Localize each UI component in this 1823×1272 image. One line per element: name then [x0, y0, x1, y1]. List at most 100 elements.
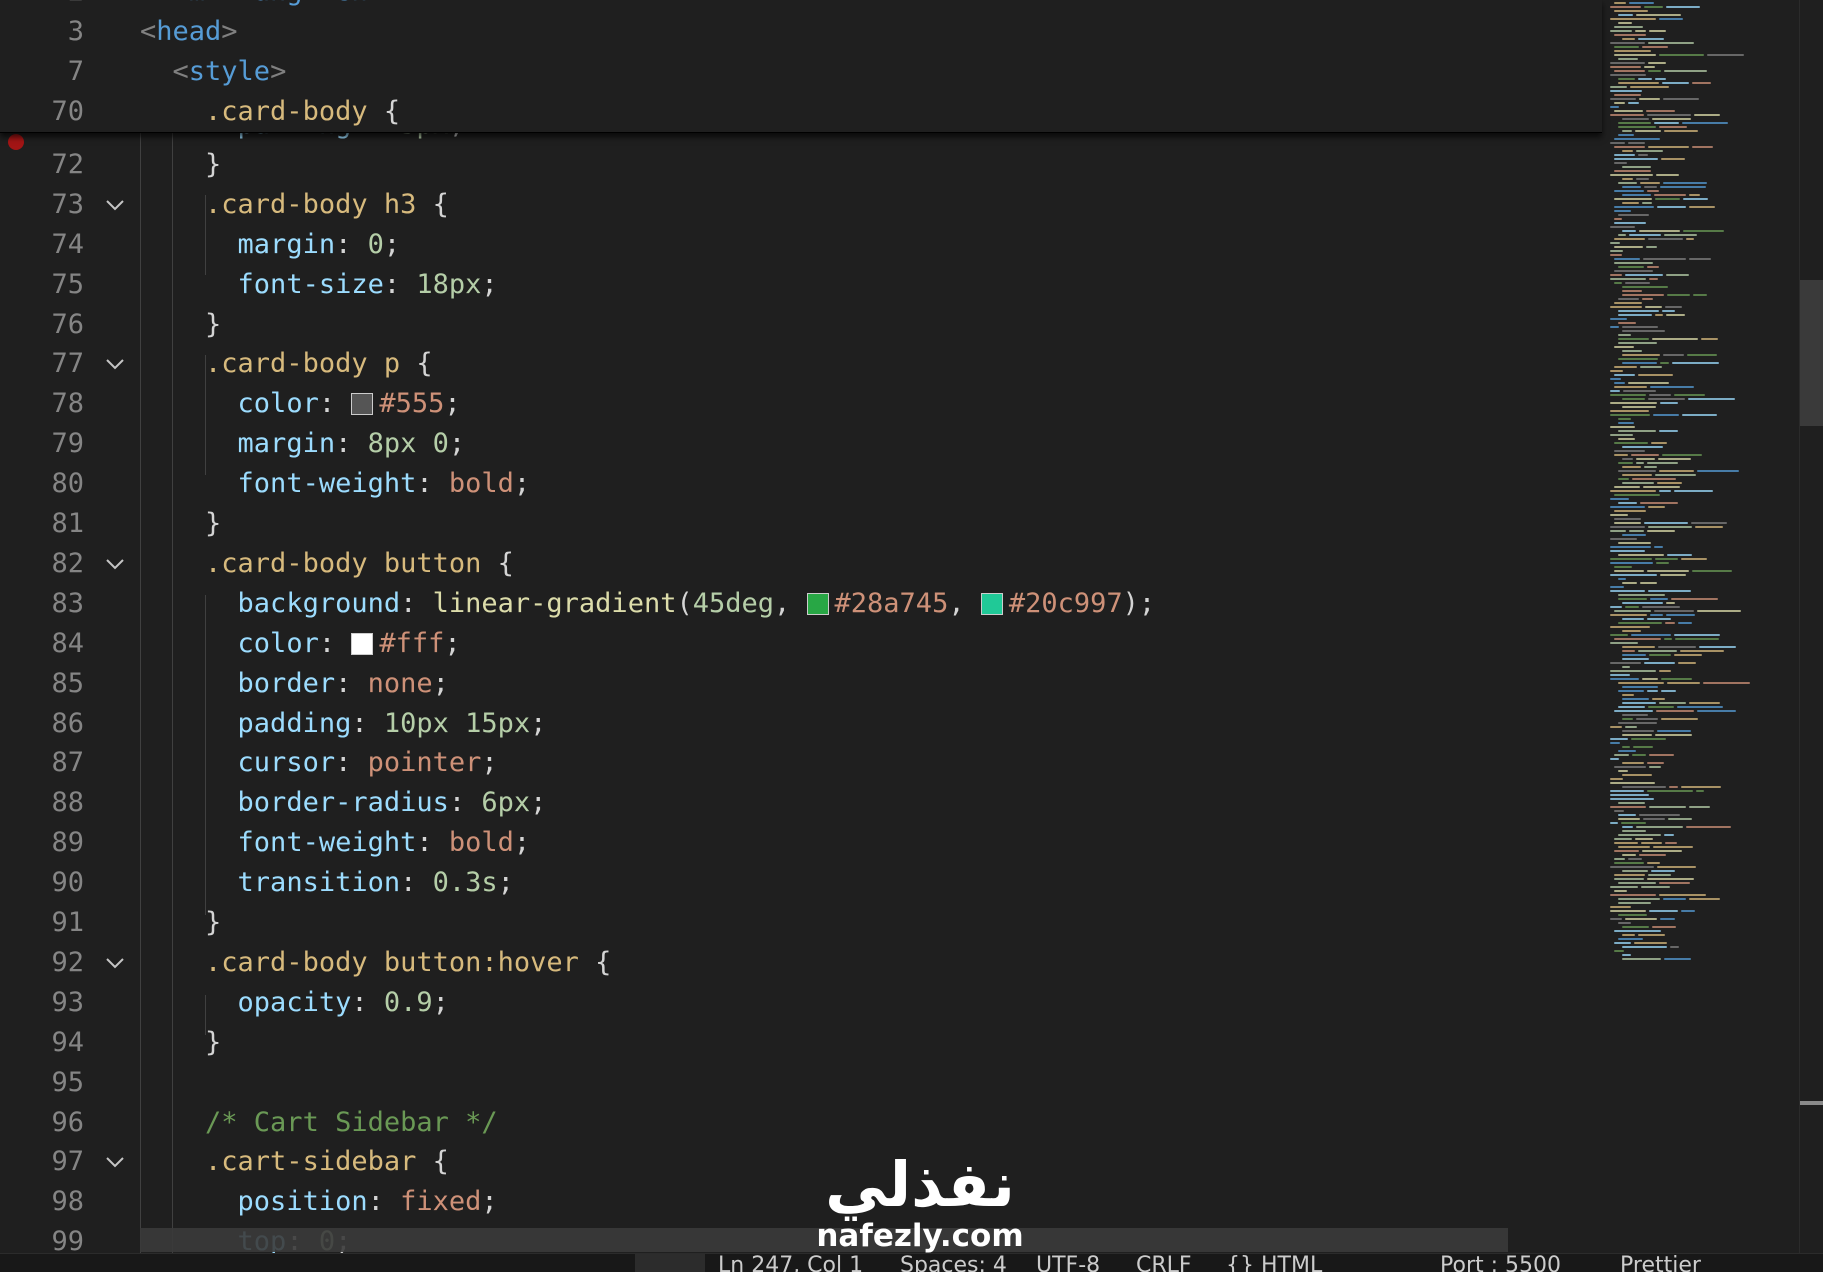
- sticky-scroll-header[interactable]: 2<html lang="en">3<head>7 <style>70 .car…: [0, 0, 1602, 133]
- color-swatch[interactable]: [980, 592, 1003, 615]
- code-line[interactable]: 74 margin: 0;: [0, 225, 1600, 265]
- code-text[interactable]: .card-body button:hover {: [140, 943, 611, 983]
- line-number[interactable]: 7: [0, 52, 84, 92]
- fold-chevron-icon[interactable]: [104, 556, 126, 572]
- vertical-scrollbar[interactable]: [1799, 0, 1823, 1253]
- code-text[interactable]: cursor: pointer;: [140, 743, 498, 783]
- code-text[interactable]: border-radius: 6px;: [140, 783, 547, 823]
- code-line[interactable]: 85 border: none;: [0, 664, 1600, 704]
- line-number[interactable]: 90: [0, 863, 84, 903]
- code-text[interactable]: <html lang="en">: [140, 0, 400, 12]
- code-line[interactable]: 95: [0, 1063, 1600, 1103]
- line-number[interactable]: 3: [0, 12, 84, 52]
- code-line[interactable]: 79 margin: 8px 0;: [0, 424, 1600, 464]
- code-text[interactable]: }: [140, 145, 221, 185]
- minimap[interactable]: [1602, 0, 1799, 1253]
- scrollbar-thumb[interactable]: [1800, 280, 1823, 426]
- code-text[interactable]: font-size: 18px;: [140, 265, 498, 305]
- line-number[interactable]: 77: [0, 344, 84, 384]
- line-number[interactable]: 80: [0, 464, 84, 504]
- code-text[interactable]: }: [140, 1023, 221, 1063]
- color-swatch[interactable]: [806, 592, 829, 615]
- code-text[interactable]: transition: 0.3s;: [140, 863, 514, 903]
- line-number[interactable]: 83: [0, 584, 84, 624]
- code-line[interactable]: 93 opacity: 0.9;: [0, 983, 1600, 1023]
- code-line[interactable]: 75 font-size: 18px;: [0, 265, 1600, 305]
- line-number[interactable]: 91: [0, 903, 84, 943]
- line-number[interactable]: 79: [0, 424, 84, 464]
- code-text[interactable]: opacity: 0.9;: [140, 983, 449, 1023]
- line-number[interactable]: 78: [0, 384, 84, 424]
- line-number[interactable]: 74: [0, 225, 84, 265]
- breakpoint-icon[interactable]: [8, 134, 24, 150]
- code-line[interactable]: 78 color: #555;: [0, 384, 1600, 424]
- code-text[interactable]: color: #fff;: [140, 624, 461, 664]
- code-text[interactable]: padding: 10px 15px;: [140, 704, 547, 744]
- code-line[interactable]: 96 /* Cart Sidebar */: [0, 1103, 1600, 1143]
- sticky-line[interactable]: 3 <head>: [0, 12, 1600, 52]
- code-line[interactable]: 76 }: [0, 305, 1600, 345]
- line-number[interactable]: 85: [0, 664, 84, 704]
- sticky-line[interactable]: 2 <html lang="en">: [0, 0, 1600, 12]
- remote-indicator[interactable]: [635, 1254, 705, 1272]
- sticky-line[interactable]: 70 .card-body {: [0, 92, 1600, 132]
- color-swatch[interactable]: [351, 393, 374, 416]
- code-line[interactable]: 88 border-radius: 6px;: [0, 783, 1600, 823]
- code-line[interactable]: 82 .card-body button {: [0, 544, 1600, 584]
- code-text[interactable]: margin: 0;: [140, 225, 401, 265]
- code-text[interactable]: color: #555;: [140, 384, 461, 424]
- code-text[interactable]: .card-body button {: [140, 544, 514, 584]
- code-text[interactable]: }: [140, 903, 221, 943]
- sticky-line[interactable]: 7 <style>: [0, 52, 1600, 92]
- line-number[interactable]: 93: [0, 983, 84, 1023]
- line-number[interactable]: 99: [0, 1222, 84, 1253]
- line-number[interactable]: 84: [0, 624, 84, 664]
- code-line[interactable]: 92 .card-body button:hover {: [0, 943, 1600, 983]
- code-text[interactable]: font-weight: bold;: [140, 464, 531, 504]
- code-line[interactable]: 91 }: [0, 903, 1600, 943]
- line-number[interactable]: 72: [0, 145, 84, 185]
- code-text[interactable]: .card-body h3 {: [140, 185, 449, 225]
- line-number[interactable]: 82: [0, 544, 84, 584]
- code-line[interactable]: 77 .card-body p {: [0, 344, 1600, 384]
- code-line[interactable]: 72 }: [0, 145, 1600, 185]
- line-number[interactable]: 2: [0, 0, 84, 12]
- code-line[interactable]: 83 background: linear-gradient(45deg, #2…: [0, 584, 1600, 624]
- line-number[interactable]: 94: [0, 1023, 84, 1063]
- code-text[interactable]: }: [140, 305, 221, 345]
- code-text[interactable]: font-weight: bold;: [140, 823, 531, 863]
- code-line[interactable]: 87 cursor: pointer;: [0, 743, 1600, 783]
- code-text[interactable]: margin: 8px 0;: [140, 424, 466, 464]
- line-number[interactable]: 73: [0, 185, 84, 225]
- fold-chevron-icon[interactable]: [104, 356, 126, 372]
- status-language-mode[interactable]: {} HTML: [1226, 1255, 1322, 1272]
- status-prettier[interactable]: Prettier: [1620, 1255, 1701, 1272]
- status-encoding[interactable]: UTF-8: [1036, 1255, 1100, 1272]
- code-line[interactable]: 90 transition: 0.3s;: [0, 863, 1600, 903]
- code-line[interactable]: 86 padding: 10px 15px;: [0, 704, 1600, 744]
- line-number[interactable]: 81: [0, 504, 84, 544]
- code-text[interactable]: <head>: [140, 12, 238, 52]
- fold-chevron-icon[interactable]: [104, 955, 126, 971]
- line-number[interactable]: 88: [0, 783, 84, 823]
- line-number[interactable]: 96: [0, 1103, 84, 1143]
- line-number[interactable]: 76: [0, 305, 84, 345]
- line-number[interactable]: 92: [0, 943, 84, 983]
- line-number[interactable]: 86: [0, 704, 84, 744]
- code-line[interactable]: 94 }: [0, 1023, 1600, 1063]
- line-number[interactable]: 89: [0, 823, 84, 863]
- code-line[interactable]: 73 .card-body h3 {: [0, 185, 1600, 225]
- line-number[interactable]: 70: [0, 92, 84, 132]
- code-editor[interactable]: 71 padding: 15px;72 }73 .card-body h3 {7…: [0, 0, 1823, 1253]
- line-number[interactable]: 87: [0, 743, 84, 783]
- code-text[interactable]: background: linear-gradient(45deg, #28a7…: [140, 584, 1156, 624]
- code-text[interactable]: .card-body {: [140, 92, 400, 132]
- code-text[interactable]: /* Cart Sidebar */: [140, 1103, 498, 1143]
- code-line[interactable]: 81 }: [0, 504, 1600, 544]
- code-text[interactable]: border: none;: [140, 664, 449, 704]
- code-line[interactable]: 89 font-weight: bold;: [0, 823, 1600, 863]
- color-swatch[interactable]: [351, 632, 374, 655]
- code-text[interactable]: <style>: [140, 52, 287, 92]
- fold-chevron-icon[interactable]: [104, 197, 126, 213]
- code-text[interactable]: .cart-sidebar {: [140, 1142, 449, 1182]
